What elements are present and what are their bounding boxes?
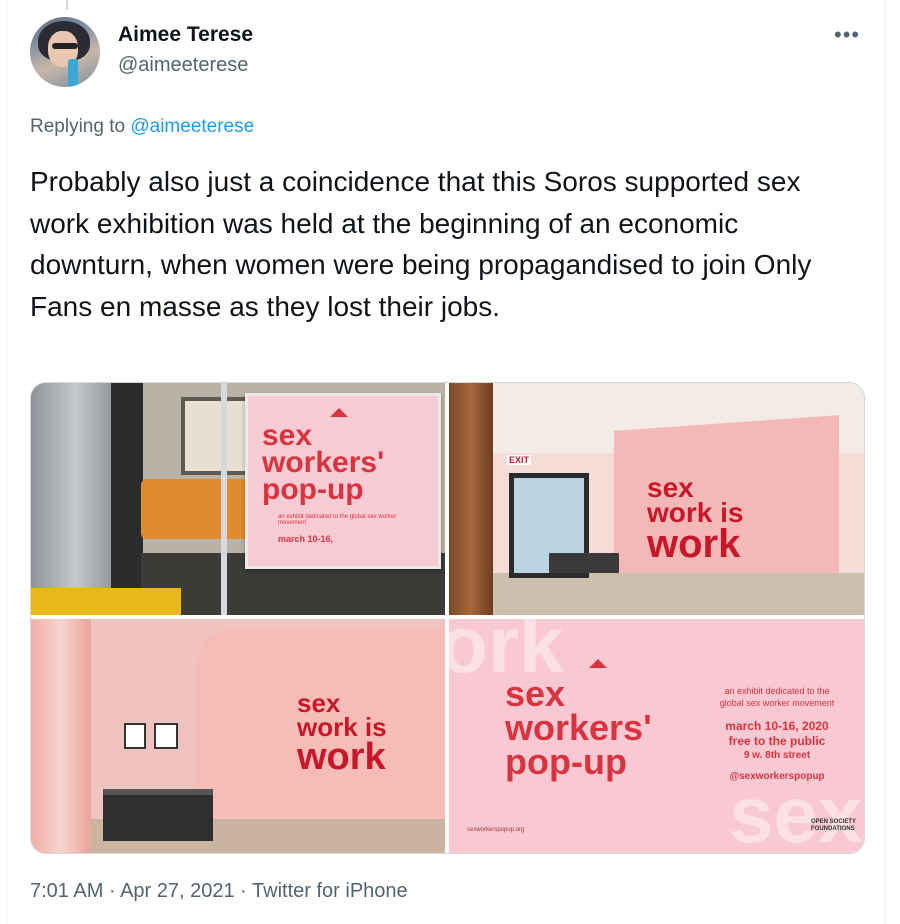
poster-address: 9 w. 8th street	[743, 750, 811, 761]
room-column	[31, 619, 91, 853]
more-horizontal-icon[interactable]: •••	[834, 22, 860, 48]
avatar-glasses	[52, 43, 78, 49]
wall-text-line-3: work	[647, 522, 741, 566]
thread-line	[66, 0, 68, 10]
poster-subtitle: an exhibit dedicated to the global sex w…	[278, 514, 397, 526]
room-floor	[493, 573, 864, 615]
tweet-source-link[interactable]: Twitter for iPhone	[252, 880, 408, 902]
tweet-time-link[interactable]: 7:01 AM	[30, 880, 103, 902]
replying-to: Replying to @aimeeterese	[30, 116, 254, 138]
wall-text: sex work is work	[297, 690, 387, 778]
poster-date: march 10-16,	[278, 534, 334, 544]
author-name[interactable]: Aimee Terese	[118, 23, 253, 47]
platform-edge	[31, 588, 181, 615]
avatar-drink	[68, 59, 78, 87]
umbrella-icon	[589, 659, 607, 668]
wood-beam	[449, 383, 493, 615]
reply-handle-link[interactable]: @aimeeterese	[130, 116, 254, 137]
poster-info: an exhibit dedicated to the global sex w…	[707, 685, 847, 783]
tweet-card: Aimee Terese @aimeeterese ••• Replying t…	[0, 0, 900, 924]
poster-title: sex workers' pop-up	[262, 419, 385, 506]
wall-frame-1	[124, 723, 146, 749]
room-bed	[549, 553, 619, 573]
wall-text: sex work is work	[647, 474, 743, 566]
logo-line-3: pop-up	[505, 741, 627, 782]
media-image-1[interactable]: sex workers' pop-up an exhibit dedicated…	[31, 383, 445, 615]
media-image-4[interactable]: ork sex sex workers' pop-up an exhibit d…	[449, 619, 864, 853]
logo-line-2: workers'	[505, 707, 652, 748]
subway-poster: sex workers' pop-up an exhibit dedicated…	[245, 393, 441, 569]
right-divider	[885, 0, 886, 924]
poster-date: march 10-16, 2020	[725, 719, 829, 733]
subway-seat	[141, 479, 261, 539]
left-divider	[6, 0, 7, 924]
avatar[interactable]	[30, 17, 100, 87]
meta-separator: ·	[240, 880, 247, 902]
tweet-meta: 7:01 AM · Apr 27, 2021 · Twitter for iPh…	[30, 880, 408, 903]
tweet-date-link[interactable]: Apr 27, 2021	[120, 880, 235, 902]
wall-text-line-3: work	[297, 736, 386, 778]
tweet-text: Probably also just a coincidence that th…	[30, 166, 812, 322]
author-handle[interactable]: @aimeeterese	[118, 54, 248, 77]
media-image-2[interactable]: EXIT sex work is work	[449, 383, 864, 615]
logo-line-1: sex	[505, 673, 566, 714]
exit-sign: EXIT	[507, 455, 532, 465]
replying-prefix: Replying to	[30, 116, 126, 137]
media-image-3[interactable]: sex work is work	[31, 619, 445, 853]
poster-free: free to the public	[728, 734, 826, 748]
sponsor-logo: OPEN SOCIETY FOUNDATIONS	[811, 819, 856, 832]
meta-separator: ·	[108, 880, 116, 902]
subway-pole	[221, 383, 227, 615]
umbrella-icon	[330, 408, 348, 417]
poster-social: @sexworkerspopup	[729, 771, 825, 782]
wall-frame-2	[154, 723, 178, 749]
poster-sub-1: an exhibit dedicated to the	[724, 686, 830, 696]
poster-sub-2: global sex worker movement	[719, 698, 835, 708]
subway-door-frame	[111, 383, 143, 615]
media-grid: sex workers' pop-up an exhibit dedicated…	[30, 382, 865, 854]
poster-logo: sex workers' pop-up	[505, 673, 652, 782]
metal-bed	[103, 789, 213, 841]
poster-url: sexworkerspopup.org	[467, 827, 525, 833]
